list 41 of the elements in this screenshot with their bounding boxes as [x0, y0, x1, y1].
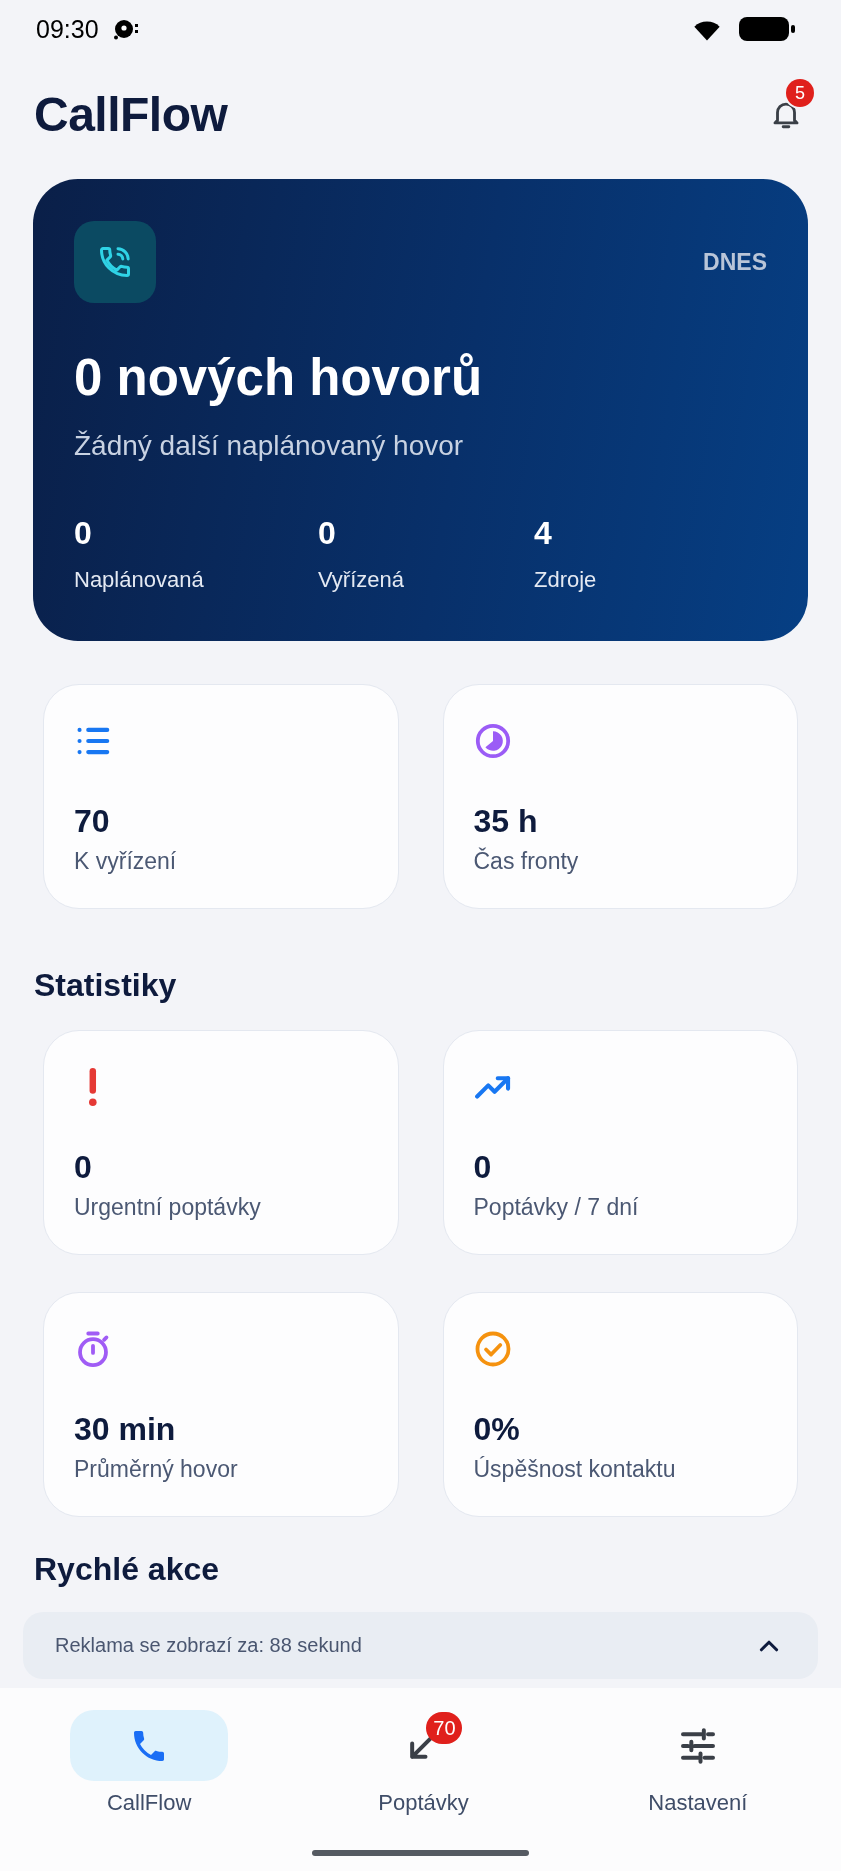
- card-label: Úspěšnost kontaktu: [473, 1455, 676, 1484]
- stat-card[interactable]: 35 h Čas fronty: [442, 684, 798, 909]
- nav-tab[interactable]: Nastavení: [618, 1710, 777, 1817]
- stat-value: 0: [318, 514, 336, 552]
- app-title: CallFlow: [34, 86, 228, 142]
- period-label: DNES: [703, 248, 767, 276]
- stat-value: 4: [534, 514, 552, 552]
- card-label: K vyřízení: [74, 847, 177, 876]
- section-title: Rychlé akce: [34, 1550, 219, 1589]
- next-call-text: Žádný další naplánovaný hovor: [74, 429, 465, 463]
- calls-headline: 0 nových hovorů: [74, 348, 484, 408]
- ad-countdown-text: Reklama se zobrazí za: 88 sekund: [55, 1634, 362, 1657]
- stat-card[interactable]: 0% Úspěšnost kontaktu: [442, 1292, 798, 1517]
- card-value: 70: [74, 802, 110, 840]
- nav-tab[interactable]: 70 Poptávky: [344, 1710, 503, 1817]
- battery-icon: [739, 17, 795, 41]
- disc-icon: [112, 18, 139, 40]
- card-value: 30 min: [74, 1410, 176, 1448]
- stat-card[interactable]: 30 min Průměrný hovor: [43, 1292, 399, 1517]
- stat-card[interactable]: 0 Poptávky / 7 dní: [442, 1030, 798, 1255]
- stat-card[interactable]: 0 Urgentní poptávky: [43, 1030, 399, 1255]
- card-label: Poptávky / 7 dní: [473, 1193, 639, 1222]
- stat-label: Naplánovaná: [74, 566, 204, 594]
- section-title: Statistiky: [34, 966, 177, 1005]
- stat-label: Zdroje: [534, 566, 597, 594]
- card-label: Urgentní poptávky: [74, 1193, 261, 1222]
- stat-label: Vyřízená: [318, 566, 404, 594]
- card-value: 35 h: [473, 802, 538, 840]
- card-label: Čas fronty: [473, 846, 579, 876]
- card-value: 0%: [473, 1410, 520, 1448]
- count-badge: 70: [426, 1712, 463, 1744]
- card-value: 0: [473, 1148, 492, 1186]
- card-label: Průměrný hovor: [74, 1455, 238, 1484]
- nav-tab[interactable]: CallFlow: [70, 1710, 229, 1817]
- stat-value: 0: [74, 514, 92, 552]
- stat-card[interactable]: 70 K vyřízení: [43, 684, 399, 909]
- notification-badge: 5: [786, 79, 814, 107]
- phone-icon: [74, 221, 156, 303]
- status-time: 09:30: [36, 14, 99, 44]
- card-value: 0: [74, 1148, 92, 1186]
- ad-countdown-bar[interactable]: Reklama se zobrazí za: 88 sekund: [23, 1612, 818, 1679]
